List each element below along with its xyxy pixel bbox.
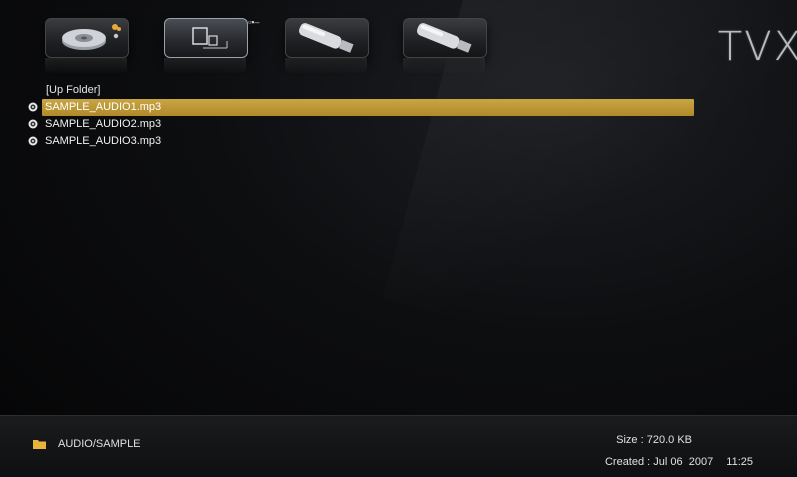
file-created: Created : Jul 06 2007 11:25 bbox=[604, 456, 753, 468]
up-folder-item[interactable]: [Up Folder] bbox=[46, 82, 696, 99]
current-path: AUDIO/SAMPLE bbox=[58, 438, 141, 450]
device-usb-2[interactable] bbox=[403, 18, 487, 58]
list-item[interactable]: SAMPLE_AUDIO1.mp3 bbox=[24, 99, 696, 116]
size-label: Size bbox=[616, 434, 638, 446]
size-value: 720.0 KB bbox=[646, 434, 692, 446]
network-pc-icon bbox=[192, 27, 228, 49]
media-browser-screen: ▫▪– TVX [Up Folder] SAMPLE_AUDIO1.mp3 SA… bbox=[0, 0, 797, 477]
created-time: 11:25 bbox=[726, 456, 753, 468]
list-item[interactable]: SAMPLE_AUDIO2.mp3 bbox=[24, 116, 696, 133]
status-bar: AUDIO/SAMPLE Size : 720.0 KB Created : J… bbox=[0, 415, 797, 477]
device-usb-1[interactable] bbox=[285, 18, 369, 58]
device-reflection bbox=[285, 58, 367, 74]
created-label: Created bbox=[604, 456, 645, 468]
file-name: SAMPLE_AUDIO1.mp3 bbox=[45, 101, 162, 113]
device-reflection bbox=[164, 58, 246, 74]
device-hdd[interactable] bbox=[45, 18, 129, 58]
brand-logo: TVX bbox=[717, 24, 797, 70]
audio-disc-icon bbox=[28, 136, 38, 146]
network-status-icon: ▫▪– bbox=[248, 17, 260, 27]
audio-disc-icon bbox=[28, 119, 38, 129]
list-item[interactable]: SAMPLE_AUDIO3.mp3 bbox=[24, 133, 696, 150]
file-name: SAMPLE_AUDIO2.mp3 bbox=[45, 118, 162, 130]
hard-drive-icon bbox=[62, 24, 121, 50]
usb-drive-icon bbox=[416, 23, 472, 53]
device-reflection bbox=[45, 58, 127, 74]
file-list: [Up Folder] SAMPLE_AUDIO1.mp3 SAMPLE_AUD… bbox=[24, 82, 696, 150]
device-reflection bbox=[403, 58, 485, 74]
device-bar: ▫▪– bbox=[45, 14, 505, 76]
audio-disc-icon bbox=[28, 102, 38, 112]
file-name: SAMPLE_AUDIO3.mp3 bbox=[45, 135, 162, 147]
folder-icon bbox=[33, 440, 46, 449]
usb-drive-icon bbox=[298, 23, 354, 53]
file-size: Size : 720.0 KB bbox=[616, 434, 692, 446]
device-network[interactable] bbox=[164, 18, 248, 58]
created-date: Jul 06 2007 bbox=[653, 456, 714, 468]
